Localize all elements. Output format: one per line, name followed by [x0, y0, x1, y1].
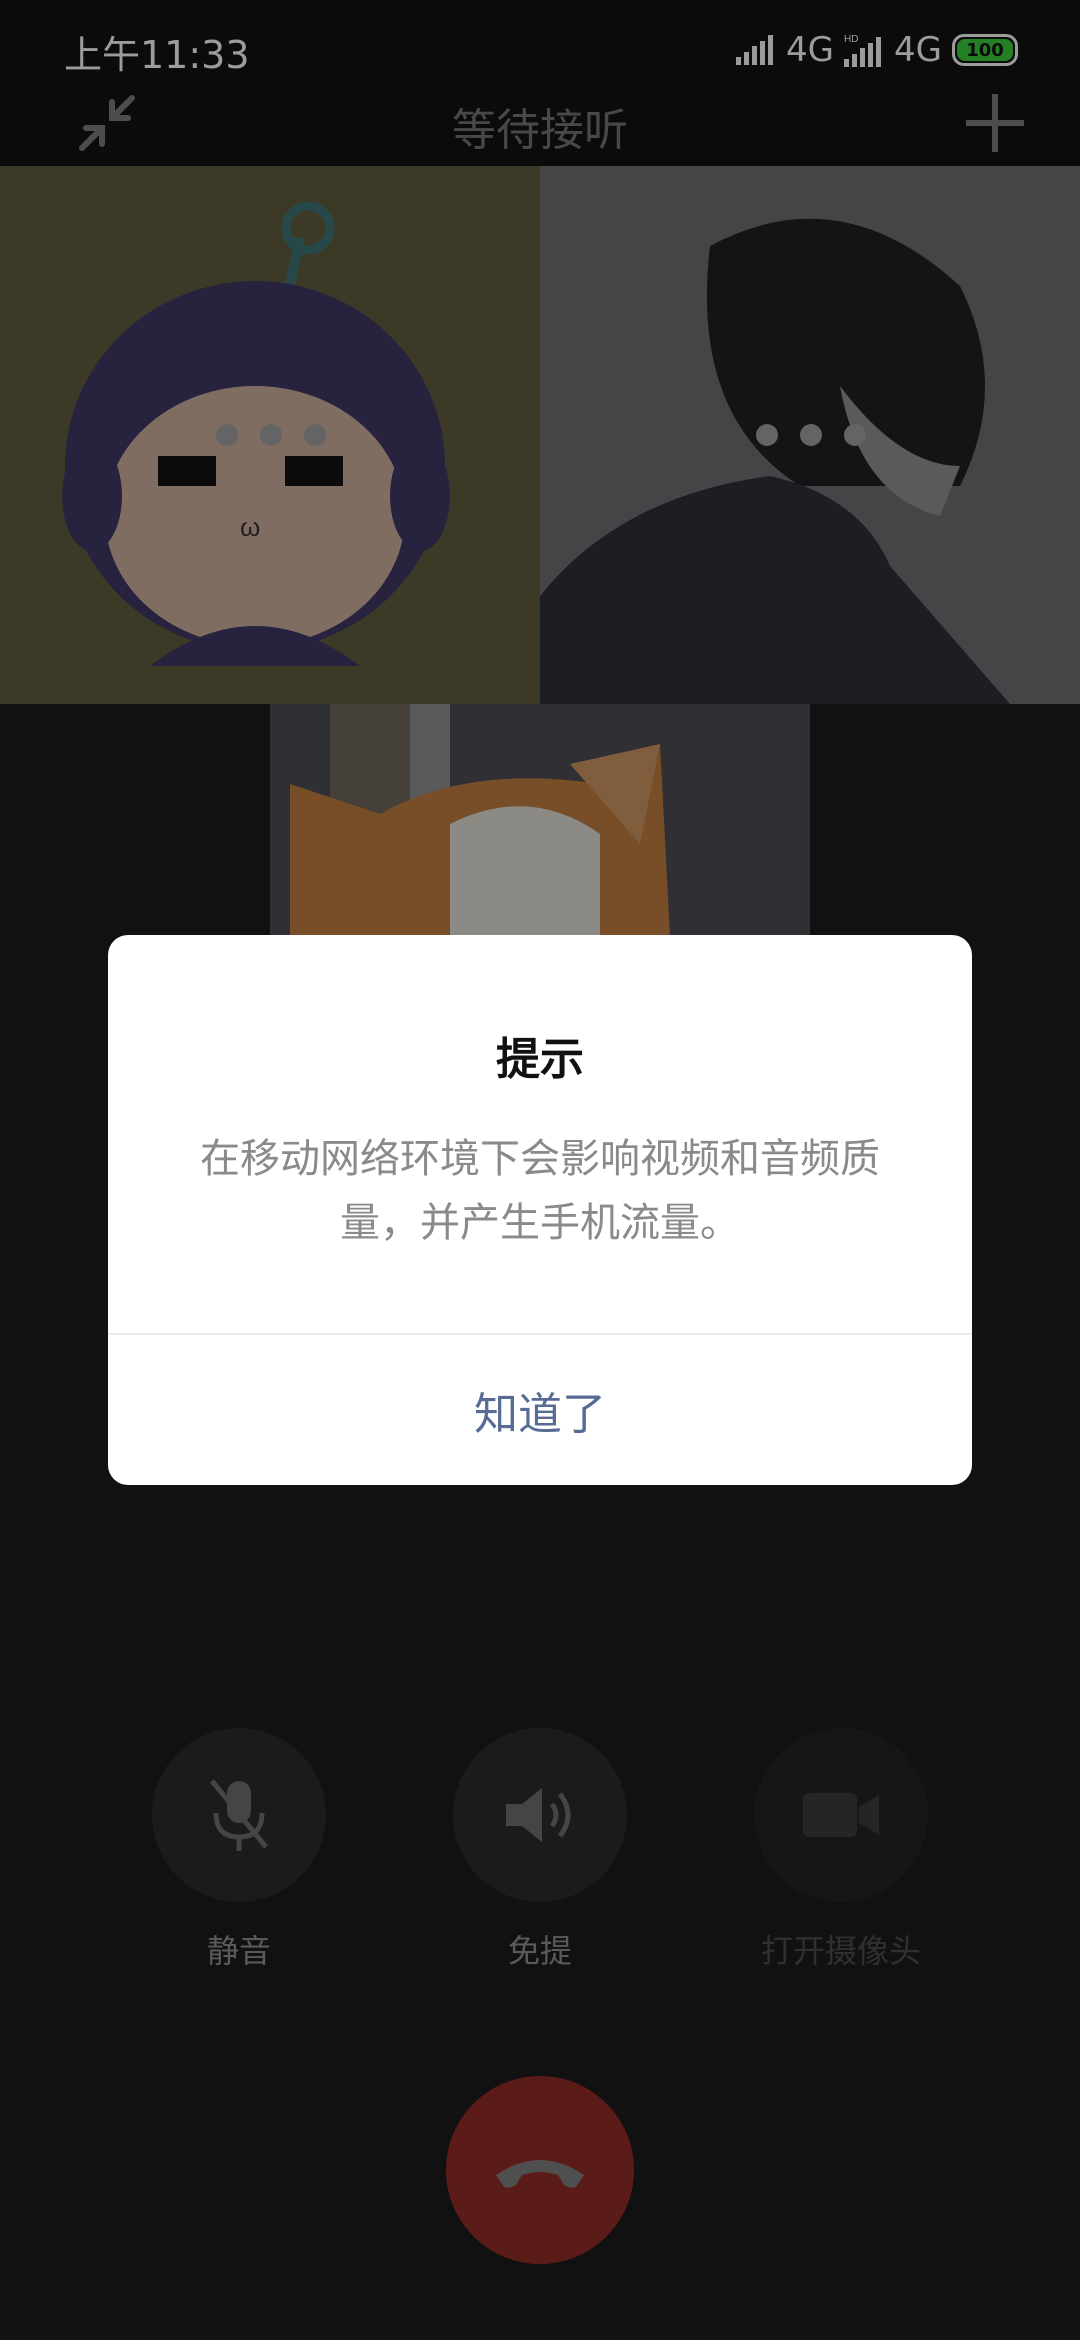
dialog-title: 提示: [496, 1034, 584, 1085]
dialog-message: 在移动网络环境下会影响视频和音频质量，并产生手机流量。: [200, 1136, 880, 1246]
dialog-ok-button[interactable]: 知道了: [108, 1335, 972, 1485]
alert-dialog: 提示 在移动网络环境下会影响视频和音频质量，并产生手机流量。 知道了: [108, 935, 972, 1485]
